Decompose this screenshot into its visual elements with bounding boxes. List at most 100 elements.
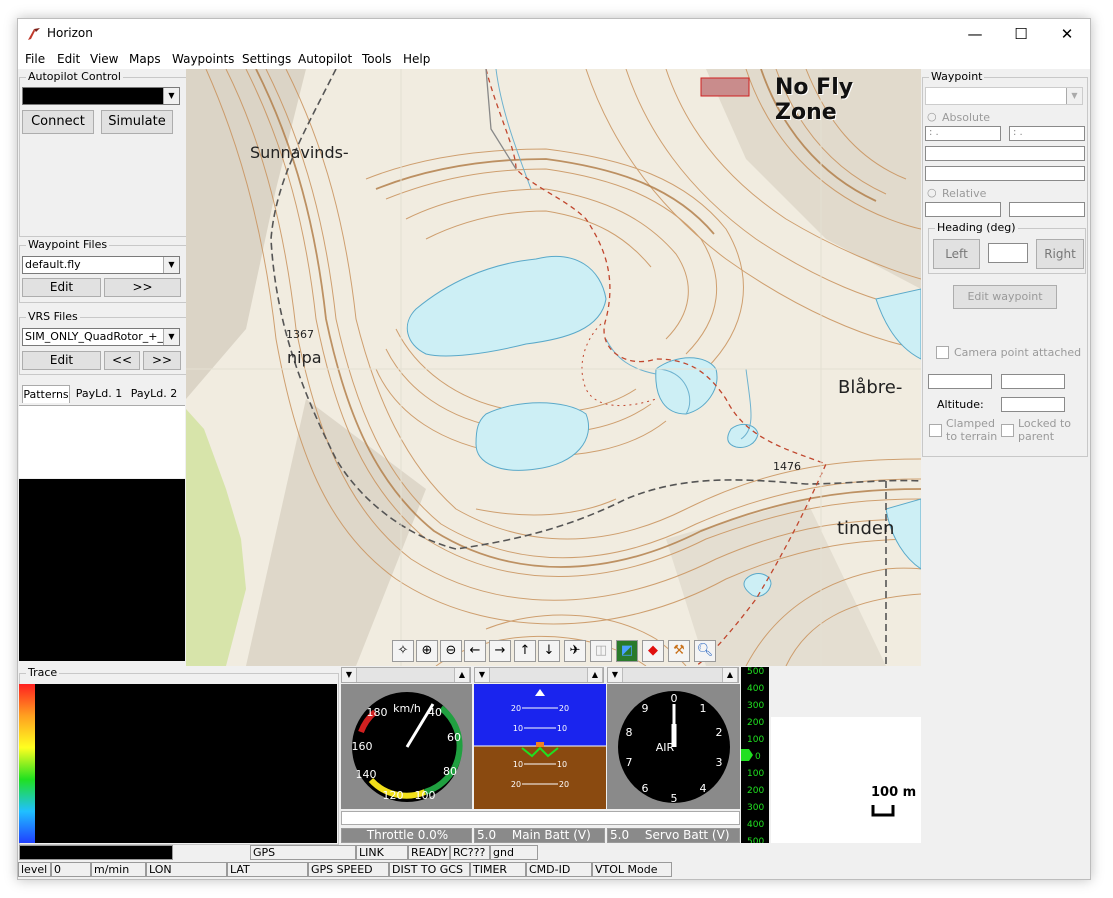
menu-autopilot[interactable]: Autopilot [298, 52, 352, 66]
menu-edit[interactable]: Edit [57, 52, 80, 66]
vrs-edit-button[interactable]: Edit [22, 351, 101, 370]
tab-payload-1[interactable]: PayLd. 1 [73, 385, 125, 403]
relative-radio-icon[interactable]: ○ [927, 186, 937, 199]
map-scale-label: 100 m [871, 785, 917, 800]
connect-button[interactable]: Connect [22, 110, 94, 134]
aircraft-icon[interactable]: ✈ [564, 640, 586, 662]
chevron-down-icon[interactable]: ▼ [163, 88, 179, 104]
waypoint-field-2[interactable] [925, 166, 1085, 181]
clamped-label-line-1: Clamped [946, 417, 995, 430]
menu-file[interactable]: File [25, 52, 45, 66]
diamond-icon[interactable]: ◆ [642, 640, 664, 662]
status-lat: LAT [227, 862, 308, 877]
scroll-down-icon[interactable]: ▼ [475, 668, 490, 682]
waypoint-file-select[interactable]: default.fly ▼ [22, 256, 180, 274]
menu-maps[interactable]: Maps [129, 52, 161, 66]
chevron-down-icon[interactable]: ▼ [163, 257, 179, 273]
heading-left-button[interactable]: Left [933, 239, 980, 269]
camera-field-1[interactable] [928, 374, 992, 389]
globe-icon[interactable]: ◩ [616, 640, 638, 662]
chevron-down-icon[interactable]: ▼ [163, 329, 179, 345]
vsi-scale: 500 400 300 200 100 0 100 200 300 400 50… [741, 667, 764, 843]
absolute-lat-field[interactable]: : . [925, 126, 1001, 141]
no-fly-zone-swatch [700, 77, 750, 97]
autopilot-control-legend: Autopilot Control [26, 70, 123, 83]
status-gps: GPS [250, 845, 356, 860]
center-icon[interactable]: ✧ [392, 640, 414, 662]
edit-waypoint-button[interactable]: Edit waypoint [953, 285, 1057, 309]
camera-point-checkbox[interactable] [936, 346, 949, 359]
maximize-button[interactable]: ☐ [998, 19, 1044, 49]
locked-checkbox[interactable] [1001, 424, 1014, 437]
status-dist-to-gcs: DIST TO GCS [389, 862, 470, 877]
main-batt-meter: 5.0 Main Batt (V) [474, 828, 605, 843]
airspeed-scroll[interactable]: ▼ ▲ [341, 667, 471, 683]
relative-field-2[interactable] [1009, 202, 1085, 217]
menu-view[interactable]: View [90, 52, 118, 66]
locked-label: Locked to parent [1018, 417, 1071, 443]
menu-waypoints[interactable]: Waypoints [172, 52, 234, 66]
status-cmd-id: CMD-ID [526, 862, 592, 877]
progress-track [341, 811, 740, 825]
menu-help[interactable]: Help [403, 52, 430, 66]
vrs-prev-button[interactable]: << [104, 351, 140, 370]
map-label-blabre: Blåbre- [838, 377, 903, 398]
altitude-field[interactable] [1001, 397, 1065, 412]
clamped-checkbox[interactable] [929, 424, 942, 437]
pitch-label: 10 [513, 724, 523, 733]
main-batt-value: 5.0 [477, 828, 497, 842]
map-toolbar: ✧ ⊕ ⊖ ← → ↑ ↓ ✈ ◫ ◩ ◆ ⚒ 🔍︎ [392, 640, 718, 664]
waypoint-field-1[interactable] [925, 146, 1085, 161]
menu-bar: File Edit View Maps Waypoints Settings A… [18, 49, 1090, 69]
search-icon[interactable]: 🔍︎ [694, 640, 716, 662]
relative-field-1[interactable] [925, 202, 1001, 217]
tab-patterns[interactable]: Patterns [22, 385, 70, 403]
zoom-out-icon[interactable]: ⊖ [440, 640, 462, 662]
vsi-tick: 200 [747, 718, 764, 728]
altimeter-tick: 7 [626, 756, 633, 769]
camera-field-2[interactable] [1001, 374, 1065, 389]
locked-label-line-1: Locked to [1018, 417, 1071, 430]
absolute-label: Absolute [942, 111, 991, 124]
vrs-files-legend: VRS Files [26, 310, 80, 323]
horizon-scroll[interactable]: ▼ ▲ [474, 667, 604, 683]
menu-tools[interactable]: Tools [362, 52, 392, 66]
pitch-label: 10 [557, 724, 567, 733]
close-button[interactable]: ✕ [1044, 19, 1090, 49]
arrow-right-icon[interactable]: → [489, 640, 511, 662]
waypoint-next-button[interactable]: >> [104, 278, 181, 297]
simulate-button[interactable]: Simulate [101, 110, 173, 134]
scroll-down-icon[interactable]: ▼ [608, 668, 623, 682]
heading-right-button[interactable]: Right [1036, 239, 1084, 269]
clamped-label-line-2: to terrain [946, 430, 998, 443]
absolute-radio-icon[interactable]: ○ [927, 110, 937, 123]
tools-icon[interactable]: ⚒ [668, 640, 690, 662]
absolute-lon-field[interactable]: : . [1009, 126, 1085, 141]
altitude-label: Altitude: [937, 398, 984, 411]
minimize-button[interactable]: — [952, 19, 998, 49]
vrs-file-select[interactable]: SIM_ONLY_QuadRotor_+_P ▼ [22, 328, 180, 346]
scroll-up-icon[interactable]: ▲ [587, 668, 603, 682]
chevron-down-icon[interactable]: ▼ [1066, 88, 1082, 104]
vrs-next-button[interactable]: >> [143, 351, 181, 370]
camera-icon[interactable]: ◫ [590, 640, 612, 662]
status-gnd: gnd [490, 845, 538, 860]
waypoint-select[interactable]: ▼ [925, 87, 1083, 105]
status-lon: LON [146, 862, 227, 877]
heading-field[interactable] [988, 243, 1028, 263]
zoom-in-icon[interactable]: ⊕ [416, 640, 438, 662]
arrow-up-icon[interactable]: ↑ [514, 640, 536, 662]
autopilot-select[interactable]: ▼ [22, 87, 180, 105]
menu-settings[interactable]: Settings [242, 52, 291, 66]
arrow-down-icon[interactable]: ↓ [538, 640, 560, 662]
scroll-up-icon[interactable]: ▲ [722, 668, 738, 682]
altimeter-scroll[interactable]: ▼ ▲ [607, 667, 739, 683]
map-view[interactable]: No Fly Zone Sunnavinds- 1367 nipa Blåbre… [186, 69, 921, 666]
arrow-left-icon[interactable]: ← [464, 640, 486, 662]
app-logo-icon [28, 28, 40, 40]
scroll-down-icon[interactable]: ▼ [342, 668, 357, 682]
tab-payload-2[interactable]: PayLd. 2 [127, 385, 181, 403]
vsi-tick: 400 [747, 820, 764, 830]
waypoint-edit-button[interactable]: Edit [22, 278, 101, 297]
scroll-up-icon[interactable]: ▲ [454, 668, 470, 682]
